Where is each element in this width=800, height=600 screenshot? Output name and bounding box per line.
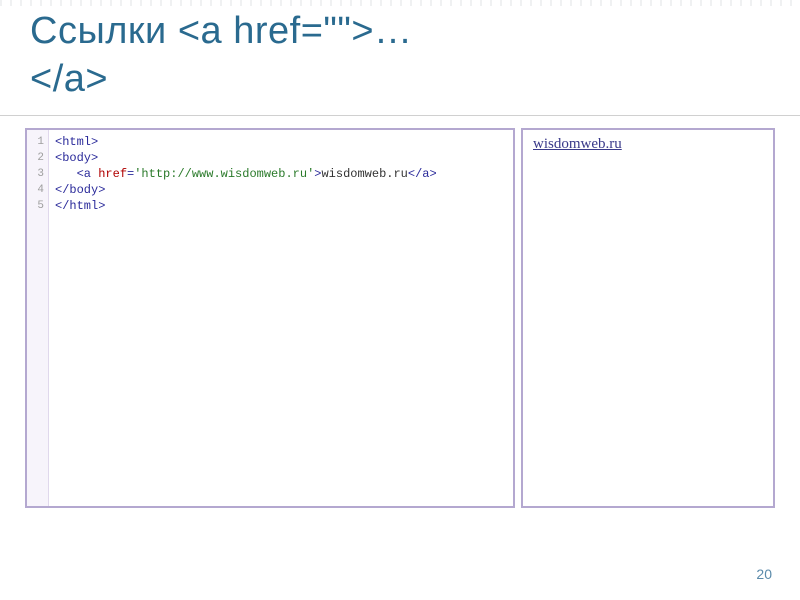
code-token: <body> (55, 151, 98, 165)
panels: 1 2 3 4 5 <html> <body> <a href='http://… (25, 128, 775, 508)
code-token: <a (77, 167, 99, 181)
code-panel: 1 2 3 4 5 <html> <body> <a href='http://… (25, 128, 515, 508)
title-bar: Ссылки <a href="">… </a> (0, 0, 800, 116)
code-token: </a> (408, 167, 437, 181)
page-number: 20 (756, 566, 772, 582)
title-line-2: </a> (30, 58, 108, 100)
code-indent (55, 167, 77, 181)
code-body: <html> <body> <a href='http://www.wisdom… (49, 130, 513, 506)
slide-title: Ссылки <a href="">… </a> (30, 8, 770, 103)
line-number: 1 (27, 134, 48, 150)
code-token: href (98, 167, 127, 181)
title-line-1: Ссылки <a href="">… (30, 10, 413, 52)
line-number: 2 (27, 150, 48, 166)
preview-panel: wisdomweb.ru (521, 128, 775, 508)
code-token: 'http://www.wisdomweb.ru' (134, 167, 314, 181)
line-number: 4 (27, 182, 48, 198)
content-area: 1 2 3 4 5 <html> <body> <a href='http://… (0, 116, 800, 508)
code-token: wisdomweb.ru (321, 167, 407, 181)
decorative-top (0, 0, 800, 6)
code-token: </body> (55, 183, 105, 197)
code-token: <html> (55, 135, 98, 149)
preview-link[interactable]: wisdomweb.ru (533, 136, 622, 152)
code-token: </html> (55, 199, 105, 213)
line-number-gutter: 1 2 3 4 5 (27, 130, 49, 506)
slide: Ссылки <a href="">… </a> 1 2 3 4 5 <html… (0, 0, 800, 600)
line-number: 3 (27, 166, 48, 182)
line-number: 5 (27, 198, 48, 214)
